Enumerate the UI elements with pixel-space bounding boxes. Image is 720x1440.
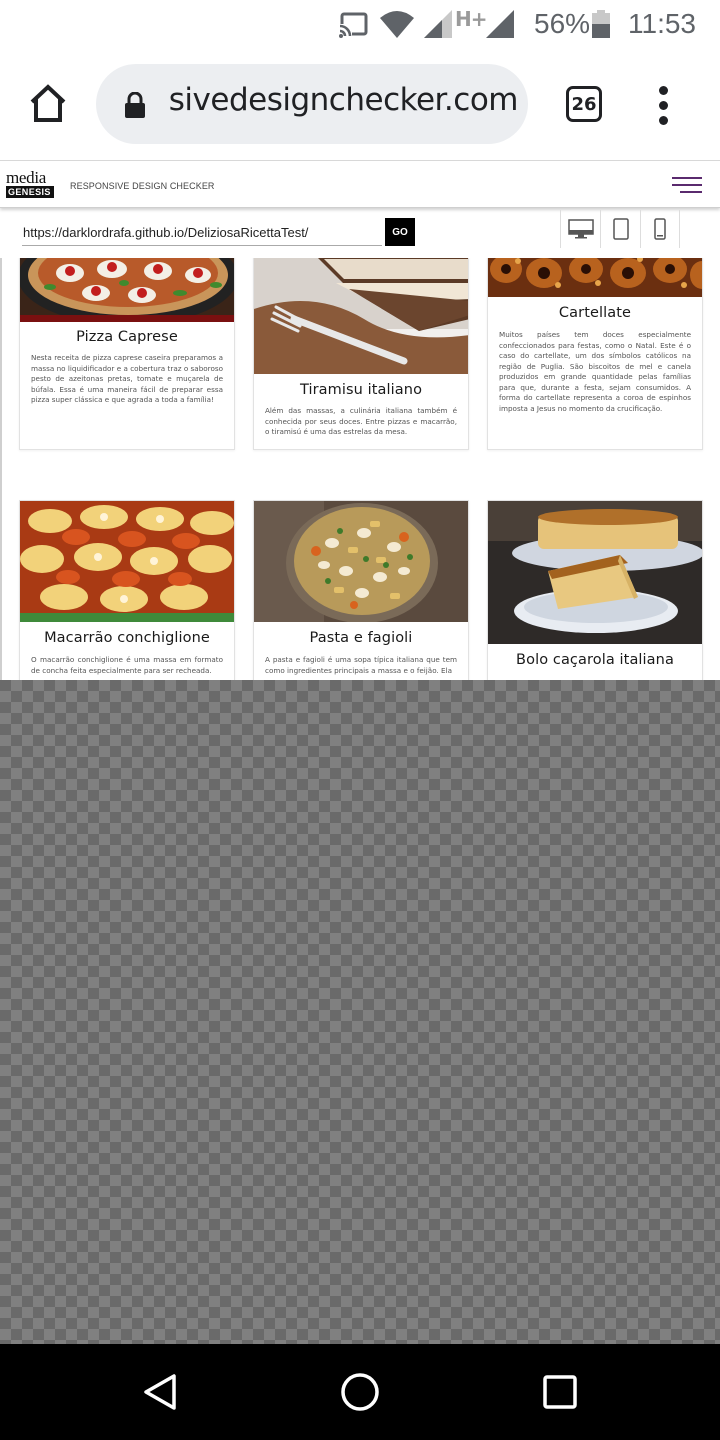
desktop-view-button[interactable] [560, 210, 600, 248]
desktop-icon [567, 219, 594, 239]
system-navigation-bar [0, 1344, 720, 1440]
phone-view-button[interactable] [640, 210, 680, 248]
tablet-icon [612, 218, 629, 240]
wifi-icon [380, 11, 414, 38]
home-button-icon[interactable] [340, 1372, 380, 1412]
recipe-card[interactable]: Tiramisu italiano Além das massas, a cul… [253, 258, 469, 450]
go-button[interactable]: GO [385, 218, 415, 246]
card-description: Muitos países tem doces especialmente co… [499, 330, 691, 413]
transparent-background [0, 680, 720, 1344]
site-header: media GENESIS RESPONSIVE DESIGN CHECKER [0, 160, 720, 208]
pizza-caprese-image [20, 258, 234, 322]
card-description: O macarrão conchiglione é uma massa em f… [31, 655, 223, 675]
web-page: media GENESIS RESPONSIVE DESIGN CHECKER … [0, 160, 720, 680]
cartellate-image [488, 258, 702, 297]
tablet-view-button[interactable] [600, 210, 640, 248]
tiramisu-image [254, 258, 468, 374]
device-switcher [560, 210, 680, 250]
battery-percent: 56% [534, 8, 591, 39]
card-title: Pizza Caprese [76, 329, 178, 345]
home-icon[interactable] [26, 82, 70, 126]
card-title: Cartellate [558, 305, 632, 321]
url-input[interactable] [22, 220, 382, 246]
card-title: Macarrão conchiglione [44, 630, 210, 646]
site-tagline: RESPONSIVE DESIGN CHECKER [70, 181, 215, 191]
overflow-menu-icon[interactable] [650, 86, 678, 126]
battery-icon [592, 10, 610, 38]
recipe-card[interactable]: Pasta e fagioli A pasta e fagioli é uma … [253, 500, 469, 680]
logo-text-media: media [6, 168, 47, 187]
clock: 11:53 [628, 8, 696, 39]
cell-signal-icon [424, 10, 452, 38]
pasta-e-fagioli-image [254, 501, 468, 622]
card-description: Além das massas, a culinária italiana ta… [265, 406, 457, 436]
recipe-card[interactable]: Cartellate Muitos países tem doces espec… [487, 258, 703, 450]
logo-text-genesis: GENESIS [6, 186, 54, 198]
address-bar-url: responsivedesignchecker.com [168, 82, 518, 118]
bolo-cacarola-image [488, 501, 702, 644]
recipe-card[interactable]: Pizza Caprese Nesta receita de pizza cap… [19, 258, 235, 450]
card-description: Nesta receita de pizza caprese caseira p… [31, 353, 223, 404]
site-logo[interactable]: media GENESIS [6, 168, 56, 198]
conchiglione-image [20, 501, 234, 622]
cast-icon [338, 12, 368, 38]
card-title: Bolo caçarola italiana [516, 652, 674, 668]
recent-apps-icon[interactable] [540, 1372, 580, 1412]
recipe-card[interactable]: Bolo caçarola italiana [487, 500, 703, 680]
site-preview-frame: Pizza Caprese Nesta receita de pizza cap… [0, 258, 720, 680]
address-bar[interactable]: responsivedesignchecker.com [96, 64, 528, 144]
network-type-label: H+ [455, 7, 487, 31]
hamburger-menu-icon[interactable] [672, 177, 702, 193]
status-bar: H+ 56% 11:53 [0, 0, 720, 52]
url-bar: GO [0, 208, 720, 258]
recipe-card[interactable]: Macarrão conchiglione O macarrão conchig… [19, 500, 235, 680]
card-title: Tiramisu italiano [299, 382, 423, 398]
cell-signal-icon [486, 10, 514, 38]
tab-switcher-button[interactable]: 26 [566, 86, 602, 122]
browser-toolbar: responsivedesignchecker.com 26 [0, 52, 720, 160]
phone-icon [654, 218, 666, 240]
card-description: A pasta e fagioli é uma sopa típica ital… [265, 655, 457, 675]
card-title: Pasta e fagioli [309, 630, 413, 646]
lock-icon [125, 92, 145, 118]
back-icon[interactable] [140, 1372, 180, 1412]
